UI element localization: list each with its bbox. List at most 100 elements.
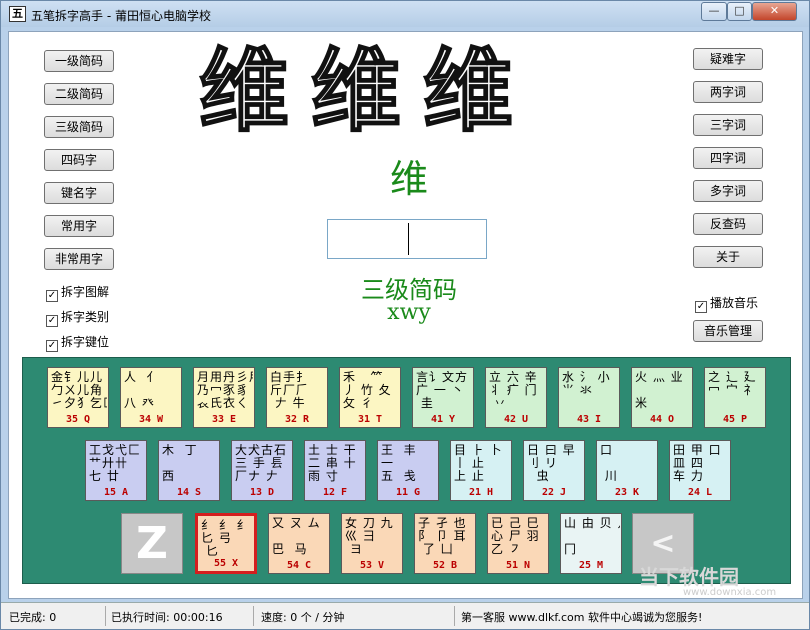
multi-char-word-button[interactable]: 多字词 <box>693 180 763 202</box>
key-g[interactable]: 王 丰 一 五 戋 11 G <box>377 440 439 501</box>
watermark-logo: 当下软件园 <box>639 565 739 589</box>
key-label: 32 R <box>284 414 310 425</box>
key-q[interactable]: 金钅儿儿 勹ㄨ儿角 ㇀夕犭乞匚 35 Q <box>47 367 109 428</box>
key-radicals: 田 甲 口 皿 四 车 力 <box>673 444 722 483</box>
maximize-button[interactable]: □ <box>727 2 752 21</box>
uncommon-char-button[interactable]: 非常用字 <box>44 248 114 270</box>
minimize-button[interactable]: — <box>701 2 727 21</box>
status-separator <box>454 606 455 626</box>
key-label: 23 K <box>614 487 640 498</box>
key-label: 45 P <box>722 414 748 425</box>
about-button[interactable]: 关于 <box>693 246 763 268</box>
key-radicals: 又 ㄡ ム 巴 马 <box>272 517 321 556</box>
code-input[interactable] <box>327 219 487 259</box>
key-k[interactable]: 口 川 23 K <box>596 440 658 501</box>
key-e[interactable]: 月用丹彡用 乃冖豕豸 𧘇氏衣ㄑ 33 E <box>193 367 255 428</box>
key-i[interactable]: 水 氵 小 ⺌ 氺 43 I <box>558 367 620 428</box>
key-radicals: 山 由 贝 几 冂 <box>564 517 620 556</box>
key-x[interactable]: 纟 纟 纟 匕 弓 匕 55 X <box>195 513 257 574</box>
key-z[interactable]: Z <box>121 513 183 574</box>
key-j[interactable]: 日 曰 早 刂 リ 虫 22 J <box>523 440 585 501</box>
key-label: 33 E <box>211 414 237 425</box>
key-label: 34 W <box>138 414 164 425</box>
key-radicals: 口 川 <box>600 444 618 483</box>
key-label: 11 G <box>395 487 421 498</box>
app-icon: 五 <box>9 6 26 22</box>
key-name-char-button[interactable]: 键名字 <box>44 182 114 204</box>
key-v[interactable]: 女 刀 九 巛 彐 ヨ 53 V <box>341 513 403 574</box>
key-label: 54 C <box>286 560 312 571</box>
key-c[interactable]: 又 ㄡ ム 巴 马 54 C <box>268 513 330 574</box>
checkbox-label: 拆字图解 <box>61 285 110 299</box>
checkbox-box[interactable]: ✓ <box>46 315 58 327</box>
key-label: 15 A <box>103 487 129 498</box>
three-char-word-button[interactable]: 三字词 <box>693 114 763 136</box>
key-radicals: 王 丰 一 五 戋 <box>381 444 417 483</box>
split-diagram-checkbox[interactable]: ✓ 拆字图解 <box>46 283 109 302</box>
checkbox-box[interactable]: ✓ <box>695 301 707 313</box>
key-radicals: 水 氵 小 ⺌ 氺 <box>562 371 611 397</box>
key-u[interactable]: 立 六 辛 丬 疒 门 丷 42 U <box>485 367 547 428</box>
key-o[interactable]: 火 灬 业 米 44 O <box>631 367 693 428</box>
status-separator <box>253 606 254 626</box>
split-key-checkbox[interactable]: ✓ 拆字键位 <box>46 333 109 352</box>
common-char-button[interactable]: 常用字 <box>44 215 114 237</box>
key-radicals: 大犬古石 三 手 镸 厂ナ 𠂇 <box>235 444 288 483</box>
key-t[interactable]: 禾 ⺮ 丿 竹 夂 攵 彳 31 T <box>339 367 401 428</box>
key-label: 25 M <box>578 560 604 571</box>
key-label: 22 J <box>541 487 567 498</box>
key-y[interactable]: 言讠文方 广 一 丶 圭 41 Y <box>412 367 474 428</box>
level3-shortcode-button[interactable]: 三级简码 <box>44 116 114 138</box>
big-char-stroke-1: 维 <box>198 37 290 145</box>
two-char-word-button[interactable]: 两字词 <box>693 81 763 103</box>
key-d[interactable]: 大犬古石 三 手 镸 厂ナ 𠂇 13 D <box>231 440 293 501</box>
status-elapsed: 已执行时间: 00:00:16 <box>111 611 223 624</box>
status-speed: 速度: 0 个 / 分钟 <box>261 611 345 624</box>
app-window: 五 五笔拆字高手 - 莆田恒心电脑学校 — □ ✕ 一级简码 二级简码 三级简码… <box>0 0 810 630</box>
big-char-stroke-2: 维 <box>310 37 402 145</box>
key-r[interactable]: 白手扌 斤厂𠂆 𠂇 牛 32 R <box>266 367 328 428</box>
current-char: 维 <box>389 157 428 201</box>
difficult-char-button[interactable]: 疑难字 <box>693 48 763 70</box>
key-label: 24 L <box>687 487 713 498</box>
music-manage-button[interactable]: 音乐管理 <box>693 320 763 342</box>
checkbox-label: 拆字类别 <box>61 310 110 324</box>
level1-shortcode-button[interactable]: 一级简码 <box>44 50 114 72</box>
key-l[interactable]: 田 甲 口 皿 四 车 力 24 L <box>669 440 731 501</box>
key-label: 14 S <box>176 487 202 498</box>
key-radicals: 禾 ⺮ 丿 竹 夂 攵 彳 <box>343 371 392 410</box>
key-label: 12 F <box>322 487 348 498</box>
key-radicals: 工戈弋匚 艹廾卄 七 廿 <box>89 444 142 483</box>
checkbox-box[interactable]: ✓ <box>46 340 58 352</box>
four-char-word-button[interactable]: 四字词 <box>693 147 763 169</box>
checkbox-label: 拆字键位 <box>61 335 110 349</box>
key-radicals: 白手扌 斤厂𠂆 𠂇 牛 <box>270 371 310 410</box>
key-h[interactable]: 目 ⺊ 卜 丨 止 上 止 21 H <box>450 440 512 501</box>
play-music-checkbox[interactable]: ✓ 播放音乐 <box>695 294 758 313</box>
status-promo: 第一客服 www.dlkf.com 软件中心竭诚为您服务! <box>461 611 703 624</box>
key-p[interactable]: 之 辶 廴 冖 宀 礻 45 P <box>704 367 766 428</box>
status-separator <box>105 606 106 626</box>
level2-shortcode-button[interactable]: 二级简码 <box>44 83 114 105</box>
key-w[interactable]: 人 亻 八 癶 34 W <box>120 367 182 428</box>
key-label: 53 V <box>359 560 385 571</box>
key-a[interactable]: 工戈弋匚 艹廾卄 七 廿 15 A <box>85 440 147 501</box>
key-radicals: 子 孑 也 阝 卩 耳 了 凵 <box>418 517 467 556</box>
key-s[interactable]: 木 丁 西 14 S <box>158 440 220 501</box>
window-title: 五笔拆字高手 - 莆田恒心电脑学校 <box>31 9 211 23</box>
key-label: 35 Q <box>65 414 91 425</box>
status-bar: 已完成: 0 已执行时间: 00:00:16 速度: 0 个 / 分钟 第一客服… <box>1 602 809 629</box>
title-bar[interactable]: 五 五笔拆字高手 - 莆田恒心电脑学校 — □ ✕ <box>1 1 809 27</box>
key-m[interactable]: 山 由 贝 几 冂 25 M <box>560 513 622 574</box>
key-b[interactable]: 子 孑 也 阝 卩 耳 了 凵 52 B <box>414 513 476 574</box>
four-code-char-button[interactable]: 四码字 <box>44 149 114 171</box>
close-button[interactable]: ✕ <box>752 2 797 21</box>
reverse-lookup-button[interactable]: 反查码 <box>693 213 763 235</box>
key-label: 21 H <box>468 487 494 498</box>
text-caret <box>408 223 409 255</box>
key-f[interactable]: 土 士 干 二 串 十 雨 寸 12 F <box>304 440 366 501</box>
wubi-keyboard: 金钅儿儿 勹ㄨ儿角 ㇀夕犭乞匚35 Q人 亻 八 癶 34 W月用丹彡用 乃冖豕… <box>22 357 791 584</box>
key-n[interactable]: 已 己 巳 心 尸 羽 乙 ㇇ 51 N <box>487 513 549 574</box>
checkbox-box[interactable]: ✓ <box>46 290 58 302</box>
split-category-checkbox[interactable]: ✓ 拆字类别 <box>46 308 109 327</box>
